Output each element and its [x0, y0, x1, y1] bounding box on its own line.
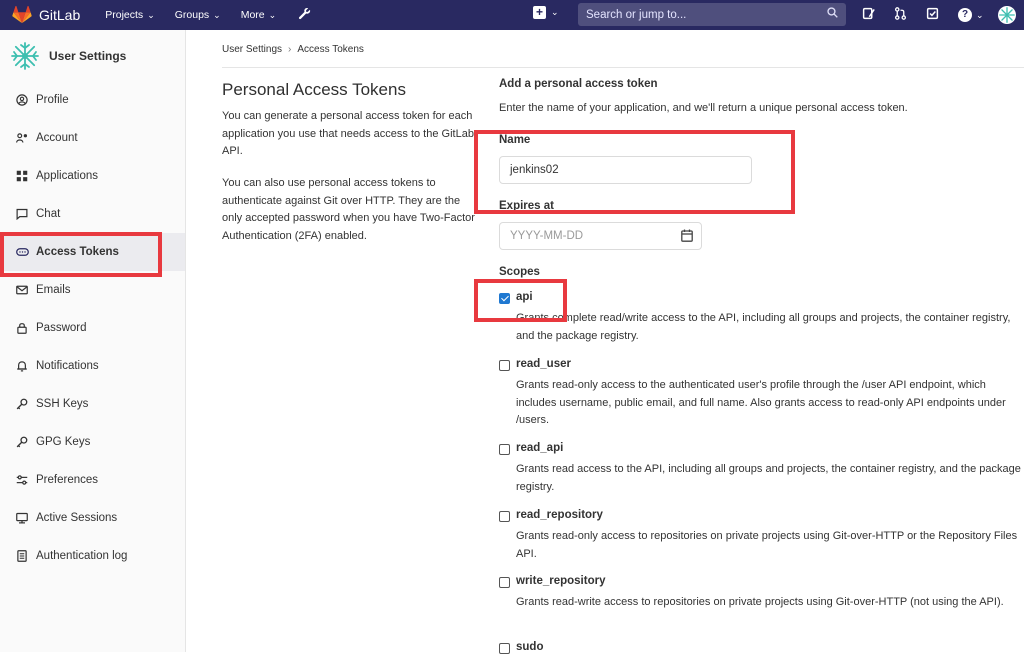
- sidebar-item-active-sessions[interactable]: Active Sessions: [0, 499, 185, 537]
- chevron-down-icon: ⌄: [213, 9, 221, 20]
- search-icon: [827, 7, 838, 21]
- chat-icon: [15, 207, 29, 221]
- top-navbar: GitLab Projects ⌄ Groups ⌄ More ⌄ + ⌄ Se…: [0, 0, 1024, 30]
- top-icons: ? ⌄: [862, 6, 1016, 24]
- gitlab-logo[interactable]: GitLab: [12, 6, 80, 24]
- scope-read-api-checkbox[interactable]: [499, 444, 510, 455]
- breadcrumb-divider: [222, 67, 1024, 68]
- sidebar-item-gpg-keys[interactable]: GPG Keys: [0, 423, 185, 461]
- sidebar-item-notifications[interactable]: Notifications: [0, 347, 185, 385]
- calendar-icon[interactable]: [681, 229, 693, 242]
- sidebar-item-label: Preferences: [36, 474, 99, 486]
- sidebar-item-label: Password: [36, 322, 87, 334]
- scope-name: read_repository: [516, 509, 603, 521]
- sidebar-item-preferences[interactable]: Preferences: [0, 461, 185, 499]
- scope-name: write_repository: [516, 575, 606, 587]
- scope-read-repository-checkbox[interactable]: [499, 511, 510, 522]
- monitor-icon: [15, 511, 29, 525]
- sidebar-item-label: GPG Keys: [36, 436, 91, 448]
- admin-wrench-icon[interactable]: [298, 7, 311, 23]
- help-dropdown[interactable]: ? ⌄: [958, 8, 984, 22]
- scopes-label: Scopes: [499, 266, 540, 278]
- scope-read-user-checkbox[interactable]: [499, 360, 510, 371]
- scope-description: Grants read access to the API, including…: [516, 463, 1021, 493]
- nav-more-label: More: [240, 9, 265, 21]
- scope-name: sudo: [516, 641, 544, 653]
- breadcrumb-parent[interactable]: User Settings: [222, 44, 282, 55]
- breadcrumb-current[interactable]: Access Tokens: [297, 44, 364, 55]
- intro-paragraph-1: You can generate a personal access token…: [222, 110, 474, 157]
- nav-more[interactable]: More ⌄: [241, 9, 276, 21]
- scope-name: read_api: [516, 442, 564, 454]
- highlight-box-name-field: [474, 130, 795, 214]
- intro-paragraph-2: You can also use personal access tokens …: [222, 177, 475, 242]
- sidebar-header[interactable]: User Settings: [0, 30, 185, 82]
- sidebar-item-authentication-log[interactable]: Authentication log: [0, 537, 185, 575]
- user-avatar[interactable]: [997, 6, 1016, 24]
- todos-icon[interactable]: [926, 7, 939, 23]
- sidebar-item-label: Notifications: [36, 360, 99, 372]
- sidebar-item-label: Profile: [36, 94, 69, 106]
- sidebar-item-label: Active Sessions: [36, 512, 118, 524]
- sidebar-item-label: Authentication log: [36, 550, 128, 562]
- sidebar-item-chat[interactable]: Chat: [0, 195, 185, 233]
- new-dropdown-button[interactable]: + ⌄: [533, 6, 559, 19]
- nav-projects-label: Projects: [105, 9, 144, 21]
- breadcrumb-separator-icon: ›: [288, 44, 292, 55]
- sidebar-title: User Settings: [49, 49, 127, 63]
- chevron-down-icon: ⌄: [976, 9, 984, 20]
- applications-icon: [15, 169, 29, 183]
- sidebar-item-applications[interactable]: Applications: [0, 157, 185, 195]
- chevron-down-icon: ⌄: [551, 7, 559, 17]
- chevron-down-icon: ⌄: [268, 9, 277, 20]
- sidebar-item-password[interactable]: Password: [0, 309, 185, 347]
- settings-sidebar: User Settings Profile Account Applicatio…: [0, 30, 186, 652]
- sidebar-item-label: Emails: [36, 284, 71, 296]
- search-placeholder: Search or jump to...: [586, 8, 687, 21]
- form-description: Enter the name of your application, and …: [499, 102, 908, 114]
- mail-icon: [15, 283, 29, 297]
- nav-projects[interactable]: Projects ⌄: [105, 9, 154, 21]
- gitlab-tanuki-icon: [12, 6, 32, 24]
- scope-description: Grants read-only access to the authentic…: [516, 379, 1006, 426]
- sidebar-item-label: Chat: [36, 208, 61, 220]
- log-icon: [15, 549, 29, 563]
- scope-description: Grants complete read/write access to the…: [516, 312, 1011, 342]
- page-title: Personal Access Tokens: [222, 80, 406, 99]
- user-settings-avatar: [11, 42, 39, 70]
- nav-groups-label: Groups: [174, 9, 210, 21]
- sidebar-item-profile[interactable]: Profile: [0, 81, 185, 119]
- scope-name: read_user: [516, 358, 571, 370]
- breadcrumb: User Settings › Access Tokens: [222, 44, 364, 55]
- sidebar-item-label: Account: [36, 132, 78, 144]
- key-icon: [15, 435, 29, 449]
- highlight-box-access-tokens: [0, 232, 162, 277]
- key-icon: [15, 397, 29, 411]
- scope-description: Grants read-write access to repositories…: [516, 596, 1004, 608]
- sidebar-item-ssh-keys[interactable]: SSH Keys: [0, 385, 185, 423]
- sidebar-item-label: Applications: [36, 170, 99, 182]
- sidebar-item-label: SSH Keys: [36, 398, 89, 410]
- form-title: Add a personal access token: [499, 78, 658, 90]
- search-input[interactable]: Search or jump to...: [578, 3, 846, 26]
- scope-write-repository-checkbox[interactable]: [499, 577, 510, 588]
- lock-icon: [15, 321, 29, 335]
- preferences-icon: [15, 473, 29, 487]
- scope-description: Grants read-only access to repositories …: [516, 530, 1018, 560]
- issues-icon[interactable]: [862, 7, 875, 23]
- account-icon: [15, 131, 29, 145]
- nav-groups[interactable]: Groups ⌄: [175, 9, 221, 21]
- highlight-box-api-scope: [474, 279, 567, 322]
- scope-sudo-checkbox[interactable]: [499, 643, 510, 654]
- merge-requests-icon[interactable]: [894, 7, 907, 23]
- expires-at-field[interactable]: YYYY-MM-DD: [499, 222, 702, 250]
- brand-name: GitLab: [39, 7, 81, 23]
- bell-icon: [15, 359, 29, 373]
- question-icon: ?: [958, 8, 972, 22]
- chevron-down-icon: ⌄: [147, 9, 155, 20]
- profile-icon: [15, 93, 29, 107]
- plus-icon: +: [533, 6, 546, 19]
- expires-placeholder: YYYY-MM-DD: [510, 230, 584, 242]
- sidebar-item-account[interactable]: Account: [0, 119, 185, 157]
